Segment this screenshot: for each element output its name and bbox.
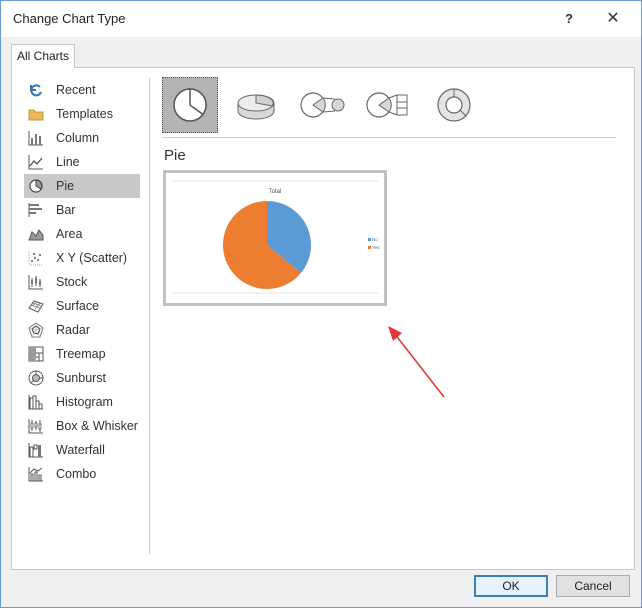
sidebar-item-radar[interactable]: Radar <box>24 318 140 342</box>
sidebar-item-column[interactable]: Column <box>24 126 140 150</box>
legend-marker <box>368 246 371 249</box>
chart-type-list: Recent Templates Column Line Pie Bar Are… <box>24 78 140 486</box>
sidebar-item-label: Stock <box>56 275 88 289</box>
sidebar-item-sunburst[interactable]: Sunburst <box>24 366 140 390</box>
scatter-chart-icon <box>28 250 44 266</box>
panel-divider <box>149 78 150 554</box>
sidebar-item-label: Templates <box>56 107 113 121</box>
change-chart-type-dialog: Change Chart Type ? ✕ All Charts Recent … <box>0 0 642 608</box>
subtype-bar-of-pie[interactable] <box>360 77 416 133</box>
sunburst-chart-icon <box>28 370 44 386</box>
column-chart-icon <box>28 130 44 146</box>
close-button[interactable]: ✕ <box>600 7 626 31</box>
doughnut-icon <box>437 88 471 122</box>
title-bar: Change Chart Type ? ✕ <box>1 1 641 37</box>
annotation-arrow <box>388 326 445 398</box>
radar-chart-icon <box>28 322 44 338</box>
3d-pie-icon <box>237 94 275 120</box>
sidebar-item-bar[interactable]: Bar <box>24 198 140 222</box>
ok-button[interactable]: OK <box>474 575 548 597</box>
subtype-doughnut[interactable] <box>426 77 482 133</box>
sidebar-item-waterfall[interactable]: Waterfall <box>24 438 140 462</box>
sidebar-item-area[interactable]: Area <box>24 222 140 246</box>
sidebar-item-label: Box & Whisker <box>56 419 138 433</box>
bar-chart-icon <box>28 202 44 218</box>
sidebar-item-treemap[interactable]: Treemap <box>24 342 140 366</box>
pie-of-pie-icon <box>300 92 345 118</box>
subtype-3d-pie[interactable] <box>228 77 284 133</box>
box-whisker-chart-icon <box>28 418 44 434</box>
legend-label: No <box>372 237 378 242</box>
sidebar-item-line[interactable]: Line <box>24 150 140 174</box>
dialog-title: Change Chart Type <box>13 11 126 26</box>
sidebar-item-label: Line <box>56 155 80 169</box>
chart-type-panel: Recent Templates Column Line Pie Bar Are… <box>11 67 635 570</box>
chart-preview[interactable]: Total No Yes <box>163 170 387 306</box>
recent-icon <box>28 82 44 98</box>
sidebar-item-label: Waterfall <box>56 443 105 457</box>
subtype-pie-of-pie[interactable] <box>294 77 350 133</box>
sidebar-item-label: Surface <box>56 299 100 313</box>
pie-chart-preview: Total No Yes <box>172 180 380 294</box>
sidebar-item-label: Sunburst <box>56 371 107 385</box>
legend-marker <box>368 238 371 241</box>
sidebar-item-combo[interactable]: Combo <box>24 462 140 486</box>
sidebar-item-surface[interactable]: Surface <box>24 294 140 318</box>
sidebar-item-label: Combo <box>56 467 97 481</box>
pie-icon <box>173 88 207 122</box>
preview-chart-title: Total <box>269 189 282 195</box>
pie-chart-icon <box>28 178 44 194</box>
gallery-separator <box>162 137 616 138</box>
sidebar-item-label: Treemap <box>56 347 106 361</box>
waterfall-chart-icon <box>28 442 44 458</box>
dialog-body: All Charts Recent Templates Column Line … <box>1 37 641 607</box>
legend-label: Yes <box>372 245 380 250</box>
sidebar-item-box-whisker[interactable]: Box & Whisker <box>24 414 140 438</box>
sidebar-item-label: Bar <box>56 203 76 217</box>
sidebar-item-label: Pie <box>56 179 75 193</box>
cancel-button[interactable]: Cancel <box>556 575 630 597</box>
sidebar-item-label: X Y (Scatter) <box>56 251 128 265</box>
stock-chart-icon <box>28 274 44 290</box>
sidebar-item-label: Recent <box>56 83 96 97</box>
sidebar-item-pie[interactable]: Pie <box>24 174 140 198</box>
chart-subtype-gallery <box>162 77 492 133</box>
tab-all-charts[interactable]: All Charts <box>11 44 75 68</box>
templates-folder-icon <box>28 106 44 122</box>
help-button[interactable]: ? <box>556 7 582 31</box>
sidebar-item-label: Column <box>56 131 100 145</box>
combo-chart-icon <box>28 466 44 482</box>
sidebar-item-recent[interactable]: Recent <box>24 78 140 102</box>
sidebar-item-templates[interactable]: Templates <box>24 102 140 126</box>
surface-chart-icon <box>28 298 44 314</box>
bar-of-pie-icon <box>366 92 408 118</box>
sidebar-item-label: Histogram <box>56 395 113 409</box>
sidebar-item-scatter[interactable]: X Y (Scatter) <box>24 246 140 270</box>
sidebar-item-stock[interactable]: Stock <box>24 270 140 294</box>
area-chart-icon <box>28 226 44 242</box>
sidebar-item-label: Area <box>56 227 83 241</box>
chart-type-heading: Pie <box>164 147 186 164</box>
subtype-pie[interactable] <box>162 77 218 133</box>
treemap-chart-icon <box>28 346 44 362</box>
sidebar-item-label: Radar <box>56 323 91 337</box>
histogram-chart-icon <box>28 394 44 410</box>
line-chart-icon <box>28 154 44 170</box>
sidebar-item-histogram[interactable]: Histogram <box>24 390 140 414</box>
